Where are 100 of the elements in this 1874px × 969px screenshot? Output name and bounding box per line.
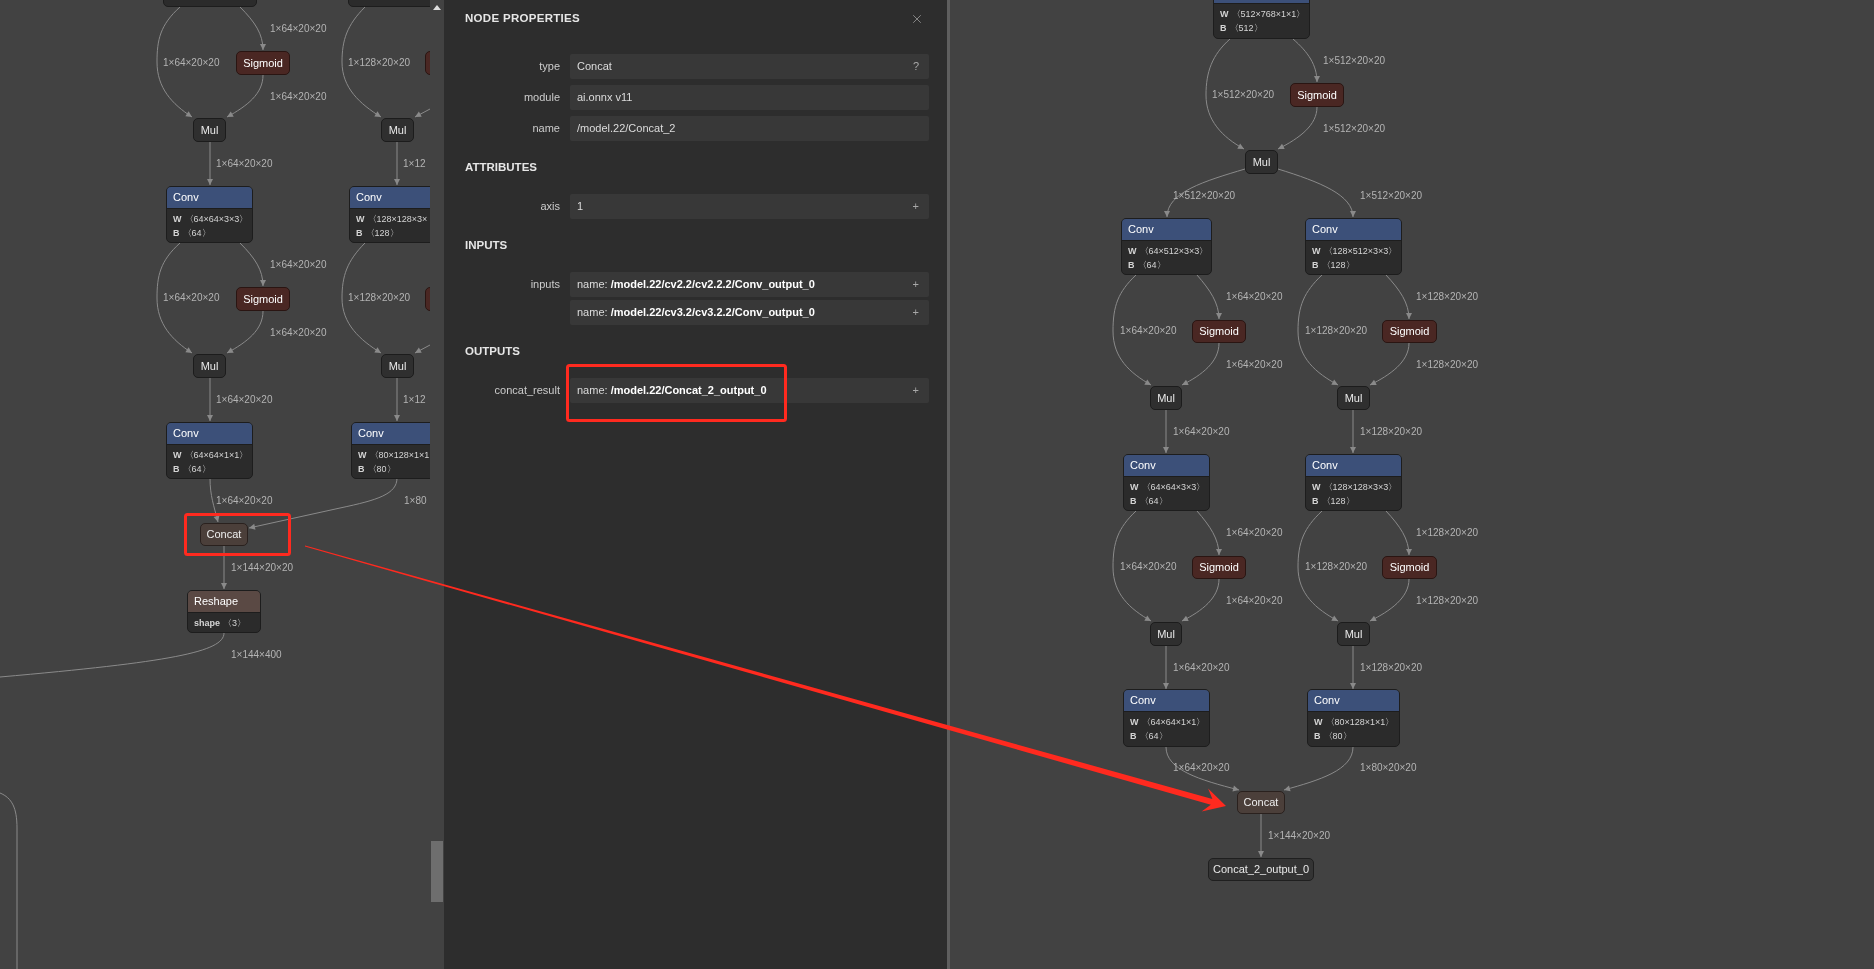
attribute-name: B bbox=[173, 463, 180, 477]
sigmoid-node[interactable]: Sigmoid bbox=[1290, 83, 1344, 107]
edge-arrow bbox=[414, 108, 430, 118]
tensor-shape-label: 1×512×20×20 bbox=[1323, 55, 1385, 67]
attribute-name: B bbox=[358, 463, 365, 477]
sigmoid-node[interactable]: Sigmoid bbox=[236, 51, 290, 75]
close-icon bbox=[910, 12, 924, 26]
conv-node[interactable]: Conv W 〈128×512×3×3〉 B 〈128〉 bbox=[1305, 218, 1402, 275]
mul-node[interactable]: Mul bbox=[381, 118, 414, 142]
edge-arrow bbox=[1258, 813, 1264, 858]
action-button[interactable]: + bbox=[911, 385, 920, 396]
conv-node[interactable]: Conv W 〈80×128×1×1〉 B 〈80〉 bbox=[1307, 689, 1400, 747]
attribute-name: W bbox=[1220, 8, 1229, 22]
tensor-shape-label: 1×80 bbox=[404, 495, 427, 507]
attribute-value: 〈80〉 bbox=[1323, 730, 1352, 744]
node-header: Conv bbox=[1124, 690, 1209, 712]
conv-node[interactable]: Conv W 〈64×64×1×1〉 B 〈64〉 bbox=[1123, 689, 1210, 747]
node-header: Conv bbox=[167, 423, 252, 445]
sigmoid-node[interactable]: Sigmoid bbox=[1382, 320, 1437, 343]
mul-node[interactable]: Mul bbox=[1337, 622, 1370, 646]
action-button[interactable]: ? bbox=[911, 61, 920, 72]
attribute-value: 〈64〉 bbox=[182, 227, 211, 241]
edge-arrow bbox=[1350, 645, 1356, 690]
reshape-node[interactable]: Reshape shape 〈3〉 bbox=[187, 590, 261, 633]
sigmoid-node[interactable]: Sigmoid bbox=[236, 287, 290, 311]
scrollbar-thumb[interactable] bbox=[431, 841, 443, 902]
edge-arrow bbox=[1385, 274, 1412, 320]
tensor-shape-label: 1×512×20×20 bbox=[1212, 89, 1274, 101]
sigmoid-node[interactable]: Sigmoid bbox=[1192, 556, 1246, 579]
edge-arrow bbox=[394, 377, 400, 422]
edge-arrow bbox=[1181, 342, 1220, 386]
action-button[interactable]: + bbox=[911, 279, 920, 290]
value-text: name: /model.22/cv2.2/cv2.2.2/Conv_output_0 bbox=[577, 277, 815, 293]
attribute-value: 〈3〉 bbox=[223, 617, 247, 631]
tensor-shape-label: 1×128×20×20 bbox=[1305, 325, 1367, 337]
mul-node[interactable]: Mul bbox=[193, 118, 226, 142]
property-label: concat_result bbox=[493, 383, 560, 399]
attribute-value: 〈128×128×3×3〉 bbox=[1323, 481, 1398, 495]
attribute-value: 〈80×128×1×1 bbox=[369, 449, 430, 463]
tensor-shape-label: 1×64×20×20 bbox=[270, 327, 327, 339]
attribute-name: W bbox=[356, 213, 365, 227]
attribute-name: W bbox=[1314, 716, 1323, 730]
edge-arrow bbox=[1350, 409, 1356, 454]
value-text: ai.onnx v11 bbox=[577, 90, 633, 106]
sigmoid-node[interactable]: Sigmoid bbox=[1382, 556, 1437, 579]
mul-node[interactable]: Mul bbox=[381, 354, 414, 378]
tensor-shape-label: 1×128×20×20 bbox=[1416, 527, 1478, 539]
conv-node[interactable]: Conv W 〈128×128×3× B 〈128〉 bbox=[349, 186, 430, 243]
tensor-shape-label: 1×512×20×20 bbox=[1173, 190, 1235, 202]
tensor-shape-label: 1×64×20×20 bbox=[1120, 325, 1177, 337]
sigmoid-node[interactable]: Sigmoid bbox=[1192, 320, 1246, 343]
attribute-name: B bbox=[1312, 259, 1319, 273]
tensor-shape-label: 1×64×20×20 bbox=[270, 259, 327, 271]
mul-node[interactable]: Mul bbox=[1150, 386, 1182, 410]
output-node[interactable]: Concat_2_output_0 bbox=[1208, 858, 1314, 881]
concat-node[interactable]: Concat bbox=[1237, 791, 1285, 814]
conv-node[interactable]: Conv W 〈64×64×1×1〉 B 〈64〉 bbox=[166, 422, 253, 479]
action-button[interactable]: + bbox=[911, 201, 920, 212]
attribute-name: B bbox=[1130, 495, 1137, 509]
edge-arrow bbox=[221, 545, 227, 590]
attribute-name: W bbox=[1128, 245, 1137, 259]
conv-node[interactable]: W 〈512×768×1×1〉 B 〈512〉 bbox=[1213, 0, 1310, 39]
mul-node[interactable]: Mul bbox=[1150, 622, 1182, 646]
node-header: Conv bbox=[1306, 219, 1401, 241]
close-button[interactable] bbox=[910, 12, 924, 26]
edge-arrow bbox=[226, 74, 264, 118]
value-text: name: /model.22/cv3.2/cv3.2.2/Conv_output_0 bbox=[577, 305, 815, 321]
mul-node[interactable]: Mul bbox=[1337, 386, 1370, 410]
tensor-shape-label: 1×128×20×20 bbox=[1416, 291, 1478, 303]
conv-node[interactable]: Conv W 〈64×64×3×3〉 B 〈64〉 bbox=[1123, 454, 1210, 511]
attribute-value: 〈64〉 bbox=[182, 463, 211, 477]
node-header: Conv bbox=[1308, 690, 1399, 712]
attribute-value: 〈80〉 bbox=[367, 463, 396, 477]
section-heading: OUTPUTS bbox=[465, 344, 521, 358]
tensor-shape-label: 1×80×20×20 bbox=[1360, 762, 1417, 774]
tensor-shape-label: 1×128×20×20 bbox=[1416, 359, 1478, 371]
tensor-shape-label: 1×128×20×20 bbox=[1416, 595, 1478, 607]
edge-arrow bbox=[239, 6, 266, 51]
attribute-value: 〈128〉 bbox=[1321, 259, 1355, 273]
tensor-shape-label: 1×12 bbox=[403, 394, 426, 406]
value-text: /model.22/Concat_2 bbox=[577, 121, 676, 137]
conv-node[interactable]: Conv W 〈64×64×3×3〉 B 〈64〉 bbox=[166, 186, 253, 243]
attribute-name: W bbox=[1130, 481, 1139, 495]
concat-node[interactable]: Concat bbox=[200, 523, 248, 546]
attribute-name: W bbox=[173, 213, 182, 227]
scroll-up-icon[interactable] bbox=[433, 5, 441, 10]
action-button[interactable]: + bbox=[911, 307, 920, 318]
tensor-shape-label: 1×64×20×20 bbox=[270, 23, 327, 35]
tensor-shape-label: 1×128×20×20 bbox=[1360, 662, 1422, 674]
conv-node[interactable]: Conv W 〈64×512×3×3〉 B 〈64〉 bbox=[1121, 218, 1212, 275]
mul-node[interactable]: Mul bbox=[193, 354, 226, 378]
tensor-shape-label: 1×512×20×20 bbox=[1360, 190, 1422, 202]
conv-node[interactable]: Conv W 〈128×128×3×3〉 B 〈128〉 bbox=[1305, 454, 1402, 511]
property-label: name bbox=[531, 121, 560, 137]
attribute-value: 〈64×64×3×3〉 bbox=[1141, 481, 1206, 495]
edge-arrow bbox=[207, 141, 213, 186]
mul-node[interactable]: Mul bbox=[1245, 150, 1278, 174]
attribute-value: 〈512×768×1×1〉 bbox=[1231, 8, 1306, 22]
attribute-name: B bbox=[1220, 22, 1227, 36]
conv-node[interactable]: Conv W 〈80×128×1×1 B 〈80〉 bbox=[351, 422, 430, 479]
